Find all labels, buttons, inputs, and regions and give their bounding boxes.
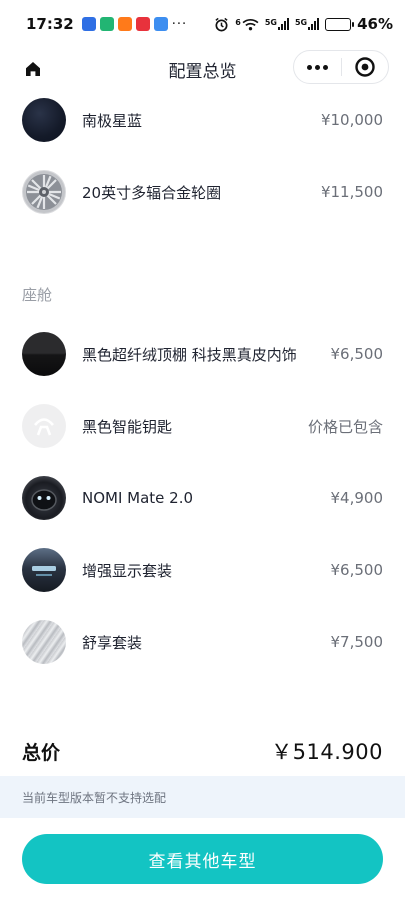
list-item-nomi: NOMI Mate 2.0 ¥4,900 (22, 475, 383, 521)
list-item-interior: 黑色超纤绒顶棚 科技黑真皮内饰 ¥6,500 (22, 331, 383, 377)
network-label-2: 5G (294, 18, 308, 27)
status-right-group: 6 5G 5G 46% (214, 15, 393, 33)
hud-icon (32, 566, 56, 576)
item-name: 舒享套装 (82, 633, 143, 652)
section-label-cabin: 座舱 (22, 286, 53, 304)
status-bar: 17:32 ··· 6 5G 5G 46% (0, 0, 405, 48)
wifi-icon (242, 18, 259, 30)
hud-display-thumbnail (22, 548, 66, 592)
item-price: ¥4,900 (330, 489, 384, 507)
network-label-1: 5G (264, 18, 277, 27)
item-name: 20英寸多辐合金轮圈 (82, 183, 222, 202)
wheel-icon (23, 171, 65, 213)
list-item-comfort: 舒享套装 ¥7,500 (22, 619, 383, 665)
signal-icon (308, 18, 320, 30)
notification-app-icons (81, 17, 168, 31)
total-label: 总价 (22, 741, 61, 764)
nav-bar: 配置总览 (0, 48, 405, 88)
list-item-smart-key: 黑色智能钥匙 价格已包含 (22, 403, 383, 449)
status-time: 17:32 (26, 15, 74, 33)
app-notification-icon (117, 17, 132, 31)
battery-icon (325, 17, 355, 31)
item-price: ¥6,500 (330, 561, 384, 579)
more-dots-icon[interactable] (294, 64, 341, 70)
item-name: 增强显示套装 (82, 561, 173, 580)
app-notification-icon (81, 17, 96, 31)
list-item-paint: 南极星蓝 ¥10,000 (22, 97, 383, 143)
smart-key-thumbnail (22, 404, 66, 448)
total-price-row: 总价 ￥514.900 (22, 734, 383, 768)
item-price: ¥7,500 (330, 633, 384, 651)
alloy-wheel-thumbnail (22, 170, 66, 214)
item-price: ¥6,500 (330, 345, 384, 363)
comfort-pack-thumbnail (22, 620, 66, 664)
alarm-icon (215, 17, 228, 31)
notice-banner: 当前车型版本暂不支持选配 (0, 776, 405, 818)
battery-percent: 46% (357, 15, 393, 33)
nio-logo-icon (33, 418, 55, 436)
item-name: 南极星蓝 (82, 111, 143, 130)
item-price: 价格已包含 (307, 417, 383, 436)
item-price: ¥11,500 (320, 183, 383, 201)
wifi-label: 6 (235, 17, 241, 27)
status-more-indicator: ··· (171, 16, 188, 32)
app-notification-icon (153, 17, 168, 31)
mini-program-capsule (293, 50, 389, 84)
total-value: ￥514.900 (271, 740, 383, 764)
app-notification-icon (135, 17, 150, 31)
item-name: 黑色智能钥匙 (82, 417, 173, 436)
view-other-models-button[interactable]: 查看其他车型 (22, 834, 383, 884)
item-name: 黑色超纤绒顶棚 科技黑真皮内饰 (82, 345, 297, 364)
black-interior-thumbnail (22, 332, 66, 376)
nomi-face-icon (31, 489, 57, 511)
navy-paint-thumbnail (22, 98, 66, 142)
target-icon (355, 57, 375, 77)
nomi-mate-thumbnail (22, 476, 66, 520)
item-price: ¥10,000 (320, 111, 383, 129)
close-capsule-button[interactable] (342, 56, 388, 78)
signal-icon (277, 18, 289, 30)
list-item-wheel: 20英寸多辐合金轮圈 ¥11,500 (22, 169, 383, 215)
item-name: NOMI Mate 2.0 (82, 489, 194, 507)
list-item-hud: 增强显示套装 ¥6,500 (22, 547, 383, 593)
app-notification-icon (99, 17, 114, 31)
